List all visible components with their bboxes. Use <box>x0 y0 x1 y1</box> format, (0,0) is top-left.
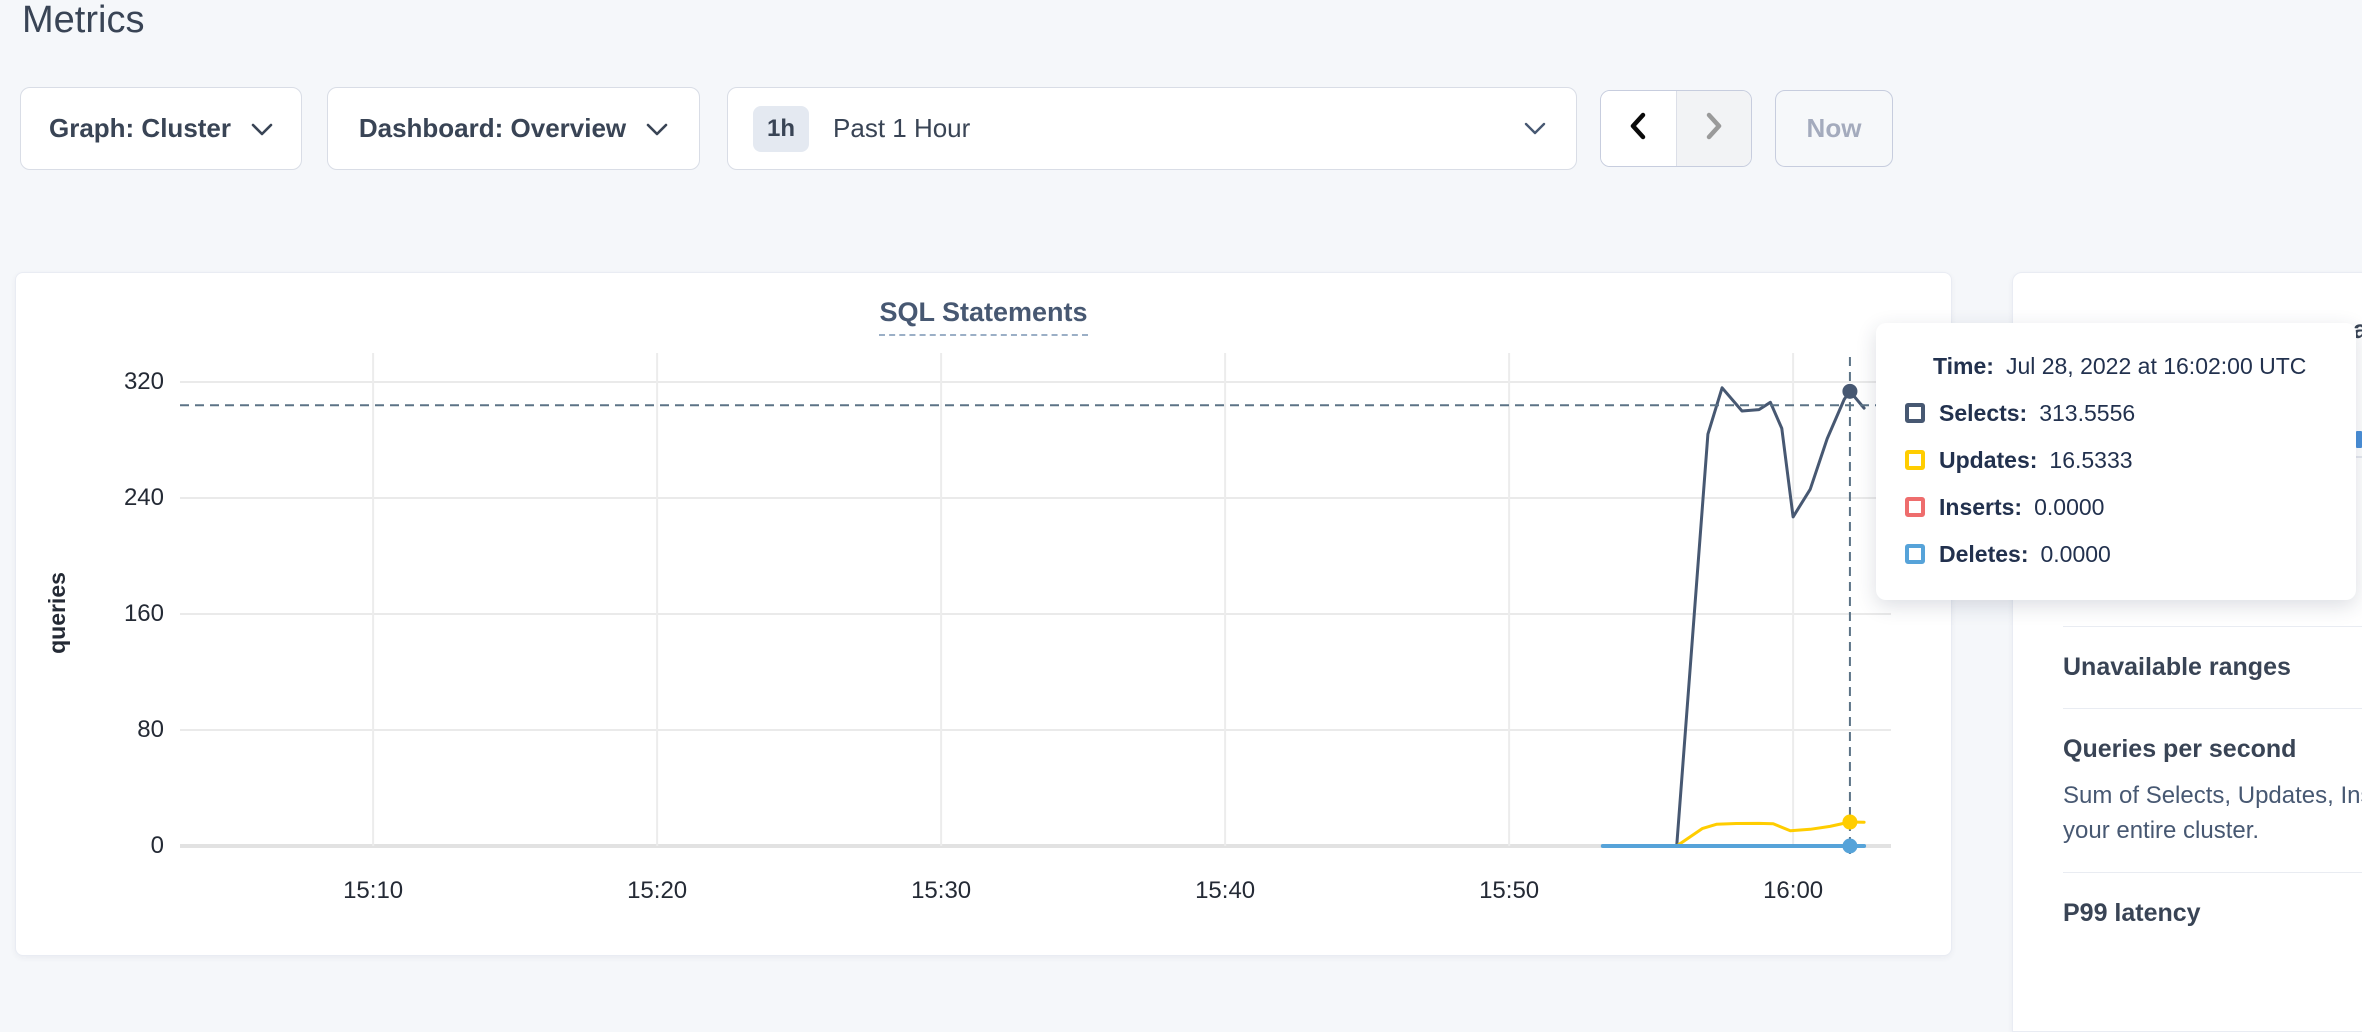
sidebar-clipped-link-fragment <box>2356 431 2362 448</box>
sidebar-separator <box>2063 626 2362 627</box>
sidebar-metric-description-line: Sum of Selects, Updates, Inser <box>2063 778 2362 813</box>
y-axis-title: queries <box>0 590 127 636</box>
y-tick-label: 240 <box>16 483 164 513</box>
sidebar-metric-heading: Queries per second <box>2063 735 2362 764</box>
dashboard-dropdown-label: Dashboard: Overview <box>359 113 626 144</box>
chart-hover-tooltip: Time: Jul 28, 2022 at 16:02:00 UTC Select… <box>1876 323 2356 600</box>
x-tick-label: 16:00 <box>1723 877 1863 905</box>
data-point-updates <box>1842 815 1857 830</box>
x-tick-label: 15:40 <box>1155 877 1295 905</box>
series-line-updates <box>1603 822 1864 846</box>
tooltip-series-row: Updates: 16.5333 <box>1905 446 2356 474</box>
previous-time-button[interactable] <box>1601 91 1677 166</box>
x-tick-label: 15:10 <box>303 877 443 905</box>
sidebar-metric-heading: Unavailable ranges <box>2063 653 2362 682</box>
series-color-swatch-icon <box>1905 403 1925 423</box>
time-nav-group <box>1600 90 1752 167</box>
tooltip-series-value: 0.0000 <box>2040 541 2110 568</box>
sidebar-metric-heading: P99 latency <box>2063 899 2362 928</box>
tooltip-series-value: 313.5556 <box>2039 400 2135 427</box>
chevron-left-icon <box>1625 110 1651 147</box>
y-tick-label: 80 <box>16 715 164 745</box>
time-range-dropdown[interactable]: 1h Past 1 Hour <box>727 87 1577 170</box>
time-range-label: Past 1 Hour <box>833 113 970 144</box>
series-color-swatch-icon <box>1905 497 1925 517</box>
dashboard-dropdown[interactable]: Dashboard: Overview <box>327 87 700 170</box>
x-tick-label: 15:30 <box>871 877 1011 905</box>
x-tick-label: 15:20 <box>587 877 727 905</box>
sidebar-clipped-separator-fragment <box>2356 456 2362 458</box>
chevron-down-icon <box>1524 122 1546 141</box>
tooltip-series-value: 16.5333 <box>2049 447 2132 474</box>
chevron-down-icon <box>646 113 668 144</box>
chevron-right-icon <box>1701 110 1727 147</box>
series-line-selects <box>1603 388 1864 846</box>
tooltip-series-row: Selects: 313.5556 <box>1905 399 2356 427</box>
tooltip-series-label: Inserts: <box>1939 494 2022 521</box>
sidebar-separator <box>2063 708 2362 709</box>
tooltip-time-row: Time: Jul 28, 2022 at 16:02:00 UTC <box>1933 353 2356 380</box>
time-range-badge: 1h <box>753 106 809 152</box>
sidebar-items: Unavailable ranges Queries per second Sum … <box>2013 626 2362 928</box>
y-tick-label: 0 <box>16 831 164 861</box>
page-title: Metrics <box>22 0 144 46</box>
sql-statements-chart-card: SQL Statements 080160240320 15:1015:2015… <box>15 272 1952 956</box>
now-button[interactable]: Now <box>1775 90 1893 167</box>
data-point-selects <box>1842 384 1857 399</box>
tooltip-series-label: Updates: <box>1939 447 2037 474</box>
data-point-deletes <box>1842 839 1857 854</box>
tooltip-series-label: Selects: <box>1939 400 2027 427</box>
graph-dropdown-label: Graph: Cluster <box>49 113 231 144</box>
sidebar-separator <box>2063 872 2362 873</box>
series-color-swatch-icon <box>1905 450 1925 470</box>
graph-dropdown[interactable]: Graph: Cluster <box>20 87 302 170</box>
tooltip-time-label: Time: <box>1933 353 1994 379</box>
sql-statements-chart[interactable] <box>16 273 1953 957</box>
sidebar-metric-description: Sum of Selects, Updates, Inseryour entir… <box>2063 778 2362 848</box>
chevron-down-icon <box>251 113 273 144</box>
series-color-swatch-icon <box>1905 544 1925 564</box>
x-tick-label: 15:50 <box>1439 877 1579 905</box>
next-time-button[interactable] <box>1677 91 1752 166</box>
tooltip-series-label: Deletes: <box>1939 541 2028 568</box>
sidebar-metric-description-line: your entire cluster. <box>2063 813 2362 848</box>
tooltip-time-value: Jul 28, 2022 at 16:02:00 UTC <box>2006 353 2306 379</box>
tooltip-series-row: Deletes: 0.0000 <box>1905 540 2356 568</box>
tooltip-series-value: 0.0000 <box>2034 494 2104 521</box>
tooltip-series-row: Inserts: 0.0000 <box>1905 493 2356 521</box>
y-tick-label: 320 <box>16 367 164 397</box>
